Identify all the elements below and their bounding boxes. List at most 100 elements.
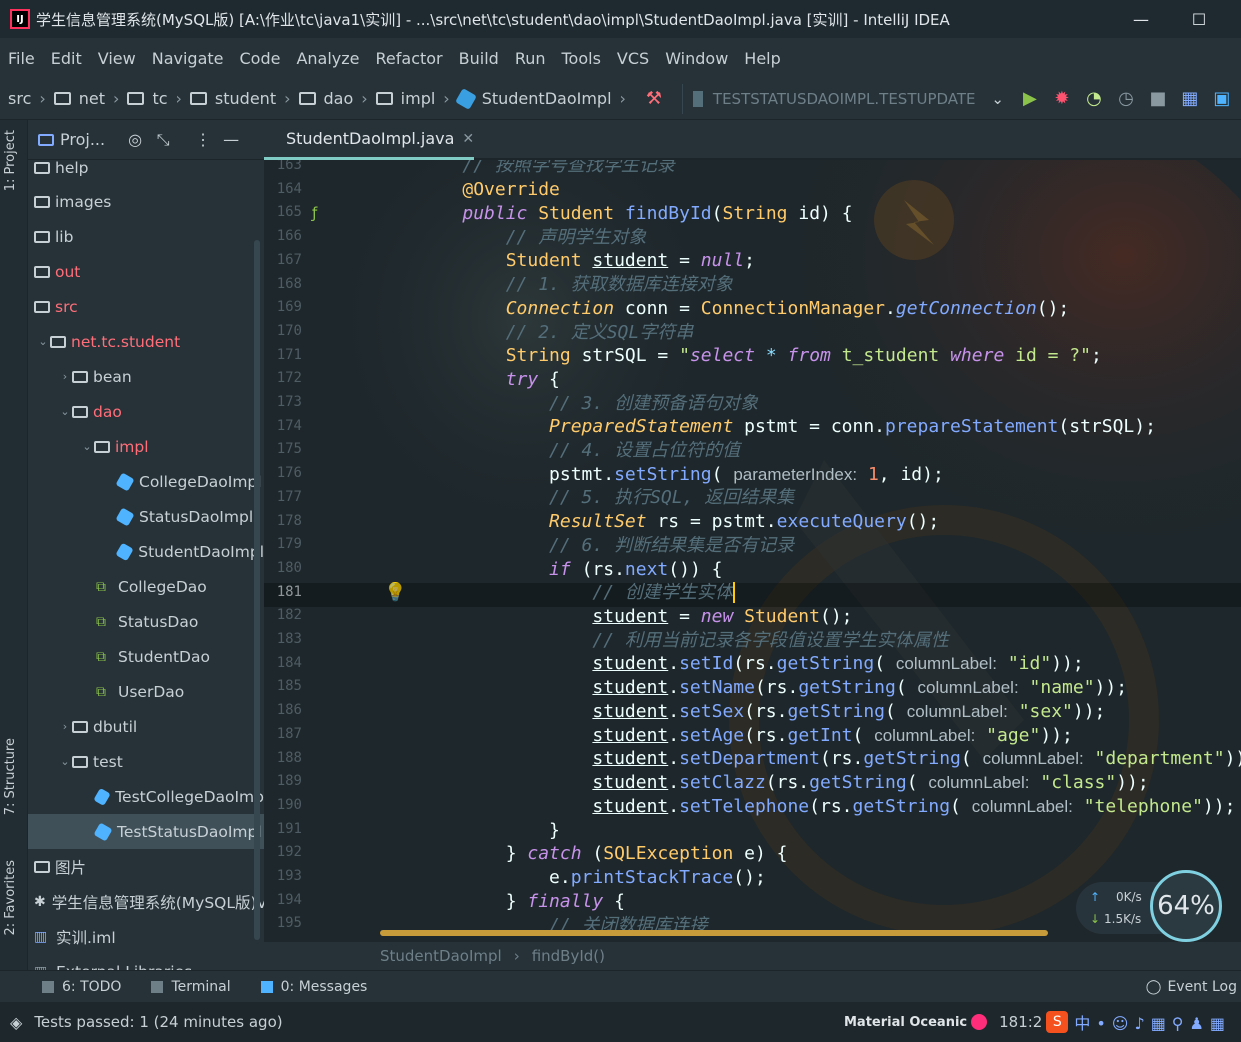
tree-item-images[interactable]: images (28, 184, 264, 219)
tree-item-testcollegedaoimpl[interactable]: TestCollegeDaoImp (28, 779, 264, 814)
tree-item-teststatusdaoimpl[interactable]: TestStatusDaoImpl (28, 814, 264, 849)
tree-item-impl[interactable]: ⌄ impl (28, 429, 264, 464)
line-number: 178 (276, 512, 302, 529)
chevron-right-icon[interactable]: › (58, 370, 72, 383)
folder-icon (34, 161, 50, 174)
terminal-icon[interactable]: ▣ (1208, 85, 1236, 113)
tab-studentdaoimpl[interactable]: StudentDaoImpl.java ✕ (264, 120, 474, 160)
crumb-net[interactable]: net › (53, 89, 119, 108)
crumb-dao[interactable]: dao › (298, 89, 368, 108)
todo-tool-button[interactable]: 6: TODO (42, 979, 121, 995)
menu-analyze[interactable]: Analyze (296, 49, 359, 68)
menu-edit[interactable]: Edit (51, 49, 82, 68)
stop-icon[interactable]: ■ (1144, 85, 1172, 113)
line-number: 174 (276, 417, 302, 434)
editor-tab-bar: StudentDaoImpl.java ✕ (264, 120, 1241, 160)
event-log-tool-button[interactable]: ◯ Event Log (1146, 979, 1237, 995)
code-line: student.setId(rs.getString( columnLabel:… (592, 653, 1084, 674)
tree-item-studentdaoimpl[interactable]: StudentDaoImpl (28, 534, 264, 569)
tree-item-external-libraries[interactable]: ▥External Libraries (28, 954, 264, 971)
menu-help[interactable]: Help (744, 49, 780, 68)
override-marker-icon[interactable]: ƒ (312, 204, 317, 222)
favorites-tool-button[interactable]: 2: Favorites (3, 860, 18, 936)
crumb-studentdaoimpl[interactable]: StudentDaoImpl › (454, 87, 626, 110)
hide-icon[interactable]: — (217, 130, 245, 149)
chevron-right-icon[interactable]: › (58, 720, 72, 733)
hammer-icon[interactable]: ⚒ (640, 85, 668, 113)
breadcrumb-class[interactable]: StudentDaoImpl (380, 947, 502, 965)
project-tool-button[interactable]: 1: Project (3, 130, 18, 191)
tree-item-iml[interactable]: ▥ 实训.iml (28, 919, 264, 954)
folder-icon (72, 370, 88, 383)
theme-name[interactable]: Material Oceanic (844, 1015, 967, 1030)
tree-item-docx[interactable]: ✱ 学生信息管理系统(MySQL版)V (28, 884, 264, 919)
tree-item-test[interactable]: ⌄ test (28, 744, 264, 779)
input-method-icon[interactable]: S (1046, 1011, 1069, 1033)
menu-navigate[interactable]: Navigate (152, 49, 224, 68)
menu-view[interactable]: View (98, 49, 136, 68)
coverage-icon[interactable]: ◔ (1080, 85, 1108, 113)
folder-icon (34, 860, 50, 873)
crumb-impl[interactable]: impl › (375, 89, 450, 108)
menu-tools[interactable]: Tools (562, 49, 601, 68)
tree-item-statusdaoimpl[interactable]: StatusDaoImpl (28, 499, 264, 534)
project-structure-icon[interactable]: ▦ (1176, 85, 1204, 113)
menu-vcs[interactable]: VCS (617, 49, 649, 68)
close-tab-icon[interactable]: ✕ (462, 131, 474, 147)
collapse-icon[interactable]: ⤡ (149, 130, 177, 150)
chevron-down-icon[interactable]: ⌄ (58, 405, 72, 418)
tree-item-bean[interactable]: › bean (28, 359, 264, 394)
tree-item-statusdao[interactable]: ⧉ StatusDao (28, 604, 264, 639)
run-configuration-selector[interactable]: TESTSTATUSDAOIMPL.TESTUPDATE ⌄ (681, 83, 1012, 114)
status-message[interactable]: Tests passed: 1 (24 minutes ago) (34, 1013, 282, 1031)
chevron-down-icon[interactable]: ⌄ (36, 335, 50, 348)
crumb-src[interactable]: src › (8, 89, 46, 108)
menu-run[interactable]: Run (515, 49, 546, 68)
tree-item-net-tc-student[interactable]: ⌄ net.tc.student (28, 324, 264, 359)
folder-icon (34, 195, 50, 208)
tree-item-collegedaoimpl[interactable]: CollegeDaoImpl (28, 464, 264, 499)
messages-tool-button[interactable]: 0: Messages (260, 979, 367, 995)
crumb-tc[interactable]: tc › (127, 89, 182, 108)
ime-toolbar-icons[interactable]: 中•☺♪▦⚲♟▦ (1074, 1010, 1231, 1034)
line-number: 173 (276, 394, 302, 410)
project-folder-icon (38, 133, 54, 146)
tree-item-studentdao[interactable]: ⧉ StudentDao (28, 639, 264, 674)
project-scrollbar[interactable] (254, 240, 260, 940)
tree-item-help[interactable]: help (28, 150, 264, 185)
menu-refactor[interactable]: Refactor (376, 49, 443, 68)
menu-build[interactable]: Build (459, 49, 499, 68)
chevron-down-icon[interactable]: ⌄ (58, 755, 72, 768)
tree-item-lib[interactable]: lib (28, 219, 264, 254)
tree-item-images-cn[interactable]: 图片 (28, 849, 264, 884)
locate-icon[interactable]: ◎ (121, 130, 149, 149)
menu-code[interactable]: Code (240, 49, 281, 68)
tree-item-collegedao[interactable]: ⧉ CollegeDao (28, 569, 264, 604)
chevron-down-icon[interactable]: ⌄ (80, 440, 94, 453)
terminal-icon (151, 980, 164, 993)
menu-window[interactable]: Window (665, 49, 728, 68)
project-panel-title[interactable]: Proj... (60, 130, 105, 149)
debug-icon[interactable]: ✹ (1048, 85, 1076, 113)
more-options-icon[interactable]: ⋮ (189, 130, 217, 149)
structure-tool-button[interactable]: 7: Structure (3, 738, 18, 815)
menu-file[interactable]: File (8, 49, 35, 68)
minimize-button[interactable]: — (1118, 0, 1164, 38)
tree-item-out[interactable]: out (28, 254, 264, 289)
horizontal-scrollbar[interactable] (380, 930, 1048, 936)
run-icon[interactable]: ▶ (1016, 85, 1044, 113)
class-icon (115, 471, 135, 492)
memory-gauge[interactable]: 64% (1150, 870, 1222, 942)
tests-passed-icon: ◈ (10, 1012, 23, 1032)
breadcrumb-method[interactable]: findById() (532, 947, 605, 965)
tree-item-dbutil[interactable]: › dbutil (28, 709, 264, 744)
crumb-student[interactable]: student › (189, 89, 291, 108)
code-editor[interactable]: ƒ 💡 163 164 165 166 167 168 169 170 171 172 173 174… (264, 160, 1241, 942)
terminal-tool-button[interactable]: Terminal (151, 979, 231, 995)
tree-item-src[interactable]: src (28, 289, 264, 324)
profile-icon[interactable]: ◷ (1112, 85, 1140, 113)
tree-item-userdao[interactable]: ⧉ UserDao (28, 674, 264, 709)
tree-item-dao[interactable]: ⌄ dao (28, 394, 264, 429)
caret-position[interactable]: 181:2 (999, 1013, 1042, 1031)
maximize-button[interactable]: ☐ (1176, 0, 1222, 38)
